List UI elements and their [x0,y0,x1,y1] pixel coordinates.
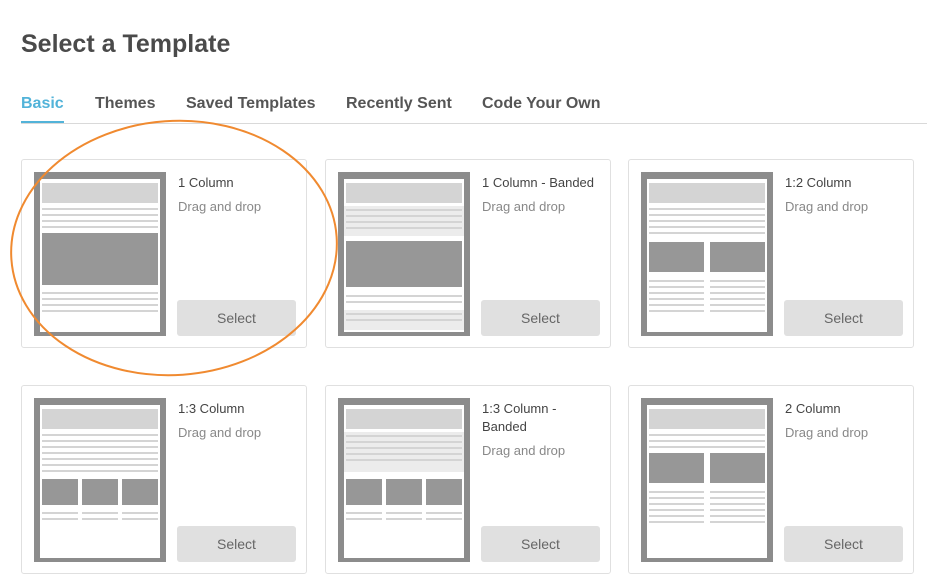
select-button[interactable]: Select [177,300,296,336]
template-description: Drag and drop [785,199,869,214]
template-description: Drag and drop [785,425,869,440]
tab-recently-sent[interactable]: Recently Sent [346,94,452,122]
template-name: 1:2 Column [785,175,852,190]
template-thumbnail[interactable] [34,398,166,562]
template-description: Drag and drop [178,199,262,214]
select-button[interactable]: Select [481,526,600,562]
select-button[interactable]: Select [177,526,296,562]
template-name: 1 Column [178,175,234,190]
template-description: Drag and drop [482,199,566,214]
select-button[interactable]: Select [481,300,600,336]
template-card-1-2-column: 1:2 Column Drag and drop Select [628,159,914,348]
template-name: 2 Column [785,401,841,416]
template-card-1-3-column: 1:3 Column Drag and drop Select [21,385,307,574]
template-tabs: Basic Themes Saved Templates Recently Se… [21,94,927,124]
template-card-2-column: 2 Column Drag and drop Select [628,385,914,574]
template-thumbnail[interactable] [641,398,773,562]
template-name: 1 Column - Banded [482,175,595,190]
tab-themes[interactable]: Themes [95,94,155,122]
tab-basic[interactable]: Basic [21,94,64,123]
template-thumbnail[interactable] [34,172,166,336]
select-button[interactable]: Select [784,526,903,562]
template-name: 1:3 Column - Banded [482,401,557,434]
template-card-1-column-banded: 1 Column - Banded Drag and drop Select [325,159,611,348]
template-thumbnail[interactable] [641,172,773,336]
tab-saved-templates[interactable]: Saved Templates [186,94,316,122]
template-description: Drag and drop [482,443,566,458]
page-title: Select a Template [21,30,231,58]
template-card-1-column: 1 Column Drag and drop Select [21,159,307,348]
template-thumbnail[interactable] [338,398,470,562]
template-description: Drag and drop [178,425,262,440]
tab-code-your-own[interactable]: Code Your Own [482,94,601,122]
template-thumbnail[interactable] [338,172,470,336]
select-button[interactable]: Select [784,300,903,336]
template-name: 1:3 Column [178,401,245,416]
template-card-1-3-column-banded: 1:3 Column - Banded Drag and drop Select [325,385,611,574]
